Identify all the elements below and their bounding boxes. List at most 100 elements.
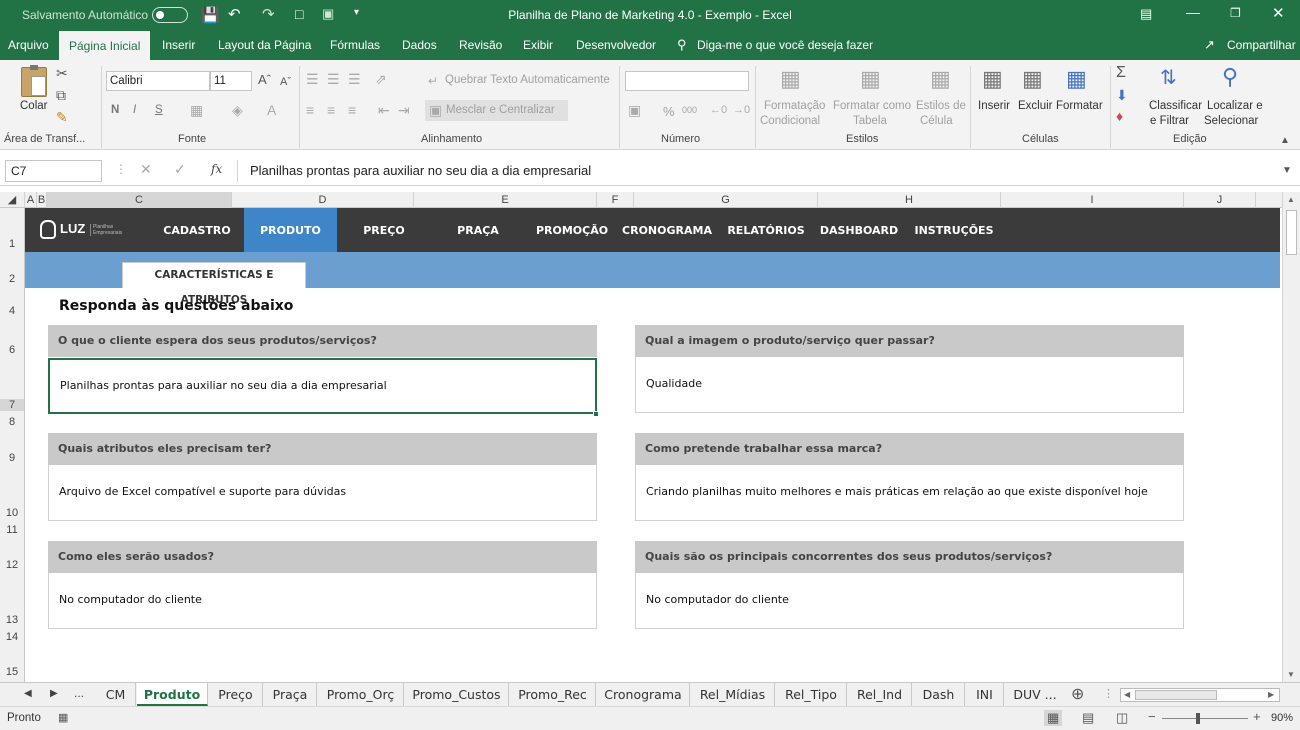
delete-cells-button[interactable]: Excluir — [1018, 100, 1053, 112]
sheet-tab-promo-orc[interactable]: Promo_Orç — [318, 683, 404, 706]
row-header[interactable]: 4 — [0, 305, 24, 317]
insert-cells-button[interactable]: Inserir — [978, 100, 1010, 112]
sheet-tab-rel-ind[interactable]: Rel_Ind — [848, 683, 912, 706]
nav-relatorios[interactable]: RELATÓRIOS — [725, 208, 807, 252]
decrease-indent-icon[interactable]: ⇤ — [378, 103, 390, 117]
align-center-icon[interactable]: ≡ — [327, 103, 335, 117]
sheet-tab-preco[interactable]: Preço — [209, 683, 263, 706]
decrease-decimal-icon[interactable]: →0 — [733, 103, 750, 117]
bold-button[interactable]: N — [111, 104, 119, 116]
row-header[interactable]: 15 — [0, 666, 24, 678]
fill-icon[interactable]: ⬇ — [1116, 88, 1128, 102]
expand-formula-icon[interactable]: ▼ — [1282, 165, 1292, 176]
nav-praca[interactable]: PRAÇA — [435, 208, 521, 252]
sheet-tab-cm[interactable]: CM — [96, 683, 136, 706]
tab-inserir[interactable]: Inserir — [162, 30, 195, 60]
col-header-e[interactable]: E — [414, 192, 597, 208]
prev-sheet-icon[interactable]: ◀ — [24, 688, 32, 699]
close-icon[interactable]: ✕ — [1272, 4, 1285, 22]
zoom-out-icon[interactable]: − — [1148, 709, 1156, 724]
row-header[interactable]: 11 — [0, 524, 24, 536]
collapse-ribbon-icon[interactable]: ▲ — [1280, 134, 1290, 148]
nav-produto[interactable]: PRODUTO — [244, 208, 337, 252]
col-header-c[interactable]: C — [47, 192, 232, 208]
paste-icon[interactable] — [21, 65, 47, 97]
zoom-in-icon[interactable]: + — [1253, 709, 1261, 724]
font-name-select[interactable]: Calibri — [106, 71, 210, 91]
col-header-a[interactable]: A — [25, 192, 37, 208]
sort-filter-label-1[interactable]: Classificar — [1149, 100, 1202, 112]
align-left-icon[interactable]: ≡ — [306, 103, 314, 117]
add-sheet-icon[interactable]: ⊕ — [1071, 684, 1084, 704]
answer-cell[interactable]: Criando planilhas muito melhores e mais … — [635, 465, 1184, 521]
tab-desenvolvedor[interactable]: Desenvolvedor — [576, 30, 656, 60]
horizontal-scrollbar[interactable]: ◀ — [1120, 688, 1280, 702]
next-sheet-icon[interactable]: ▶ — [50, 688, 58, 699]
save-icon[interactable]: 💾 — [201, 6, 220, 24]
restore-icon[interactable]: ❐ — [1230, 6, 1241, 20]
find-select-label-2[interactable]: Selecionar — [1204, 115, 1258, 127]
confirm-entry-icon[interactable]: ✓ — [174, 161, 186, 178]
row-header[interactable]: 9 — [0, 452, 24, 464]
scroll-thumb[interactable] — [1286, 210, 1297, 255]
borders-icon[interactable]: ▦ — [190, 103, 203, 117]
align-right-icon[interactable]: ≡ — [348, 103, 356, 117]
sheet-tab-duv[interactable]: DUV ... — [1005, 683, 1065, 706]
col-header-g[interactable]: G — [634, 192, 818, 208]
cond-format-label-2[interactable]: Condicional — [760, 115, 820, 127]
font-color-icon[interactable]: A — [267, 103, 276, 117]
accounting-icon[interactable]: ▣ — [628, 103, 641, 117]
page-break-view-icon[interactable]: ◫ — [1116, 710, 1128, 726]
number-format-select[interactable] — [625, 71, 749, 91]
underline-button[interactable]: S — [155, 104, 163, 116]
formula-input[interactable]: Planilhas prontas para auxiliar no seu d… — [237, 160, 1294, 182]
name-box[interactable]: C7 — [5, 160, 102, 182]
italic-button[interactable]: I — [133, 104, 136, 116]
cancel-entry-icon[interactable]: ✕ — [140, 161, 152, 178]
col-header-h[interactable]: H — [818, 192, 1001, 208]
sheet-tab-cronograma[interactable]: Cronograma — [597, 683, 690, 706]
zoom-slider[interactable] — [1162, 718, 1248, 719]
nav-promocao[interactable]: PROMOÇÃO — [532, 208, 612, 252]
sheet-tab-praca[interactable]: Praça — [264, 683, 317, 706]
sheet-tab-rel-tipo[interactable]: Rel_Tipo — [776, 683, 847, 706]
autosum-icon[interactable]: Σ — [1116, 65, 1126, 81]
cut-icon[interactable]: ✂ — [56, 66, 68, 80]
insert-function-icon[interactable]: fx — [211, 162, 222, 176]
tab-formulas[interactable]: Fórmulas — [330, 30, 380, 60]
increase-decimal-icon[interactable]: ←0 — [710, 103, 727, 117]
page-layout-view-icon[interactable]: ▤ — [1082, 710, 1094, 726]
hscroll-thumb[interactable] — [1135, 690, 1217, 700]
row-header[interactable]: 7 — [0, 399, 24, 411]
answer-cell[interactable]: Arquivo de Excel compatível e suporte pa… — [48, 465, 597, 521]
tab-split-icon[interactable]: ⋮ — [1103, 687, 1114, 700]
cond-format-label-1[interactable]: Formatação — [764, 100, 825, 112]
col-header-f[interactable]: F — [597, 192, 634, 208]
nav-instrucoes[interactable]: INSTRUÇÕES — [910, 208, 998, 252]
sheet-tab-rel-midias[interactable]: Rel_Mídias — [691, 683, 775, 706]
answer-cell[interactable]: Qualidade — [635, 357, 1184, 413]
vertical-scrollbar[interactable]: ▲ ▼ — [1282, 192, 1300, 682]
orientation-icon[interactable]: ⇗ — [375, 72, 387, 86]
nav-cronograma[interactable]: CRONOGRAMA — [622, 208, 712, 252]
zoom-slider-thumb[interactable] — [1196, 713, 1200, 724]
col-header-i[interactable]: I — [1001, 192, 1184, 208]
percent-button[interactable]: % — [663, 104, 675, 119]
format-cells-button[interactable]: Formatar — [1056, 100, 1103, 112]
align-top-icon[interactable]: ☰ — [306, 72, 319, 86]
row-header[interactable]: 2 — [0, 273, 24, 285]
align-bottom-icon[interactable]: ☰ — [348, 72, 361, 86]
merge-center-button[interactable]: ▣ Mesclar e Centralizar — [425, 100, 568, 121]
print-preview-icon[interactable]: □ — [295, 6, 303, 22]
sheet-tab-promo-rec[interactable]: Promo_Rec — [510, 683, 596, 706]
sheet-tab-produto[interactable]: Produto — [137, 683, 208, 706]
cell-styles-label-2[interactable]: Célula — [920, 115, 953, 127]
clear-icon[interactable]: ♦ — [1116, 109, 1123, 123]
format-painter-icon[interactable]: ✎ — [56, 110, 68, 124]
row-header[interactable]: 8 — [0, 416, 24, 428]
subtab-caracteristicas[interactable]: CARACTERÍSTICAS E ATRIBUTOS — [122, 262, 306, 306]
macro-record-icon[interactable]: ▦ — [58, 711, 68, 724]
col-header-d[interactable]: D — [232, 192, 414, 208]
undo-icon[interactable]: ↶ — [228, 5, 241, 23]
tab-arquivo[interactable]: Arquivo — [8, 30, 49, 60]
